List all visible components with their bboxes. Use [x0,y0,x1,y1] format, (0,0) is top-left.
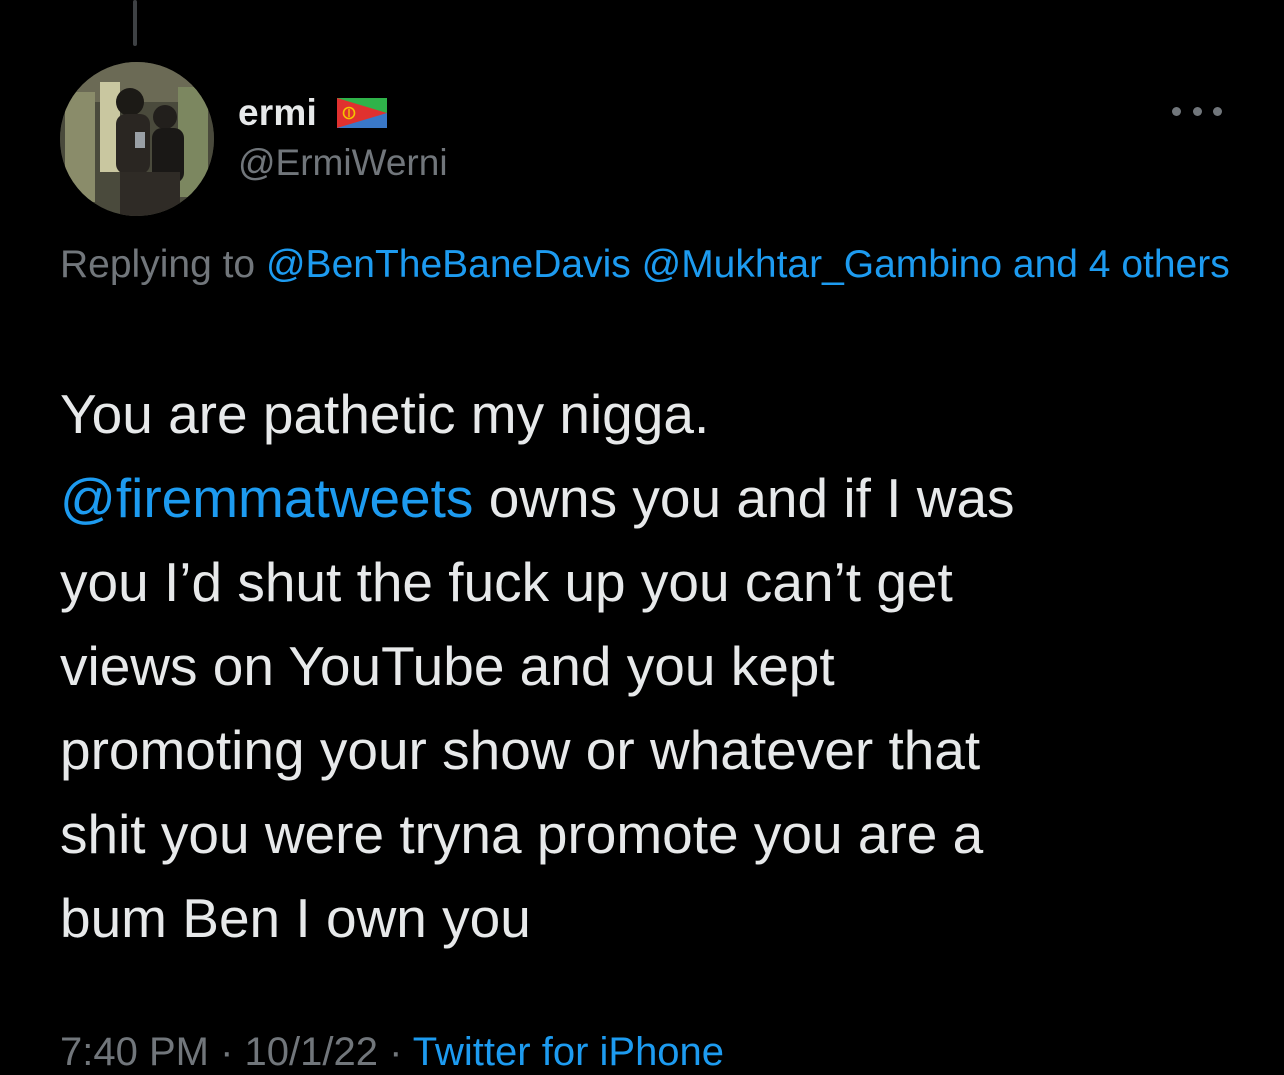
tweet-source-link[interactable]: Twitter for iPhone [413,1030,724,1074]
more-options-icon [1192,106,1202,116]
tweet-mention-link[interactable]: @firemmatweets [60,467,473,529]
replying-to: Replying to @BenTheBaneDavis @Mukhtar_Ga… [60,236,1230,294]
eritrea-flag-icon [336,98,387,128]
tweet-text-line: views on YouTube and you kept [60,635,835,697]
more-options-icon [1172,106,1181,116]
replying-to-prefix: Replying to [60,243,256,286]
author-name-row[interactable]: ermi [238,90,387,136]
reply-mention-link[interactable]: @BenTheBaneDavis [266,243,631,286]
tweet-text-line: shit you were tryna promote you are a [60,803,984,865]
profile-photo-avatar [60,62,214,216]
reply-others-link[interactable]: 4 others [1089,243,1230,286]
tweet-text-line: you I’d shut the fuck up you can’t get [60,551,953,613]
tweet-text-line: promoting your show or whatever that [60,719,981,781]
tweet-timestamp[interactable]: 7:40 PM · 10/1/22 · [60,1030,413,1074]
author-display-name[interactable]: ermi [238,92,317,134]
avatar[interactable] [60,62,214,216]
reply-mention-link[interactable]: @Mukhtar_Gambino [642,243,1002,286]
tweet-text-line: bum Ben I own you [60,887,531,949]
tweet-text-line: @firemmatweets owns you and if I was [60,456,1240,540]
author-handle[interactable]: @ErmiWerni [238,142,448,184]
tweet-text-segment: owns you and if I was [473,467,1015,529]
tweet-text-line: You are pathetic my nigga. [60,383,710,445]
more-options-icon [1213,106,1222,116]
tweet-metadata: 7:40 PM · 10/1/22 · Twitter for iPhone [60,1030,724,1075]
reply-and-word[interactable]: and [1013,243,1078,286]
tweet-body: You are pathetic my nigga. @firemmatweet… [60,372,1240,960]
thread-connector-line [133,0,137,46]
more-options-button[interactable] [1172,96,1222,126]
